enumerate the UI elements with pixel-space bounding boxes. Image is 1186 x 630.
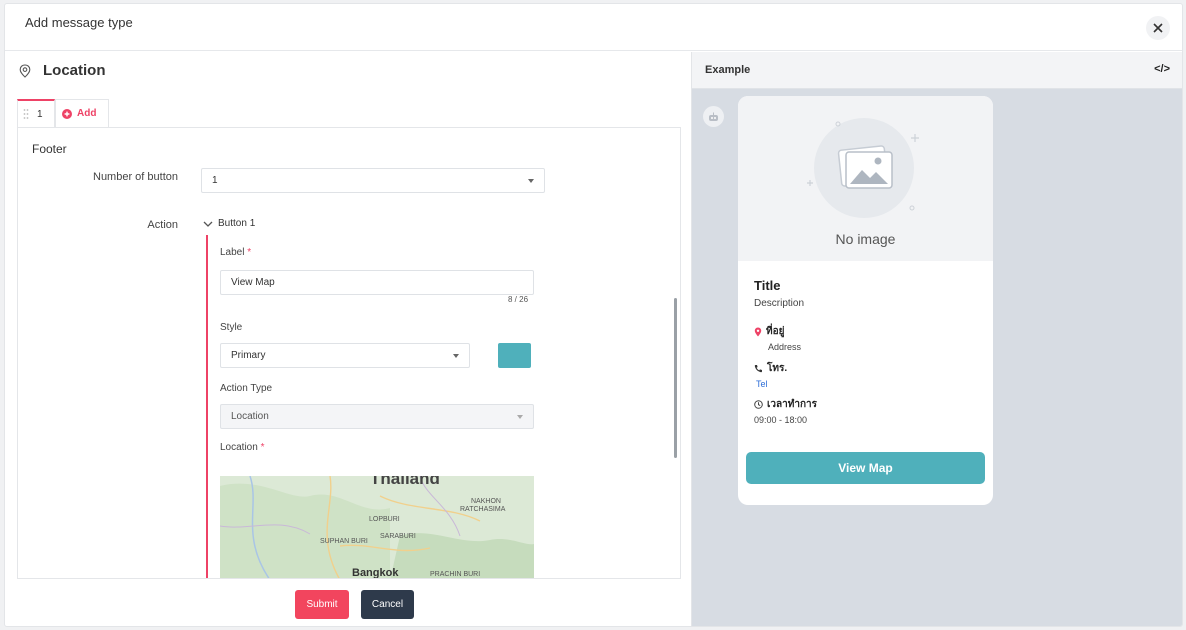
number-of-button-select[interactable]: 1 xyxy=(201,168,545,193)
form-actions: Submit Cancel xyxy=(5,588,691,624)
button-tabs: 1 Add xyxy=(17,99,110,127)
sparkle-decoration xyxy=(807,121,919,211)
map-label-ratchasima: RATCHASIMA xyxy=(460,506,506,513)
number-of-button-label: Number of button xyxy=(93,171,178,183)
action-type-select[interactable]: Location xyxy=(220,404,534,429)
scrollbar-thumb[interactable] xyxy=(674,298,677,458)
add-tab-button[interactable]: Add xyxy=(55,99,110,127)
location-field-label: Location * xyxy=(220,442,265,453)
button-color-picker[interactable] xyxy=(498,343,531,368)
card-image-placeholder: No image xyxy=(738,96,993,261)
map-graphic: Thailand NAKHON RATCHASIMA LOPBURI SARAB… xyxy=(220,476,534,579)
code-view-icon[interactable]: </> xyxy=(1154,63,1170,75)
location-pin-icon xyxy=(19,63,31,78)
clock-icon xyxy=(754,400,763,409)
tel-value[interactable]: Tel xyxy=(756,379,768,389)
button-group-indicator xyxy=(206,235,208,578)
tel-label: โทร. xyxy=(767,363,788,374)
label-input-value: View Map xyxy=(231,277,275,288)
footer-heading: Footer xyxy=(32,142,67,156)
panel-scrollbar[interactable] xyxy=(666,128,680,578)
map-label-nakhon: NAKHON xyxy=(471,498,501,505)
address-row: ที่อยู่ xyxy=(754,324,784,339)
map-label-saraburi: SARABURI xyxy=(380,533,416,540)
modal-header: Add message type xyxy=(5,4,1182,51)
chevron-down-icon xyxy=(453,354,459,358)
map-label-suphan-buri: SUPHAN BURI xyxy=(320,538,368,545)
robot-icon xyxy=(709,112,718,121)
add-circle-icon xyxy=(62,108,72,119)
action-type-field-label: Action Type xyxy=(220,383,273,394)
tab-1-label: 1 xyxy=(37,108,43,120)
drag-handle-icon[interactable] xyxy=(23,108,29,120)
address-value: Address xyxy=(768,342,802,352)
add-tab-label: Add xyxy=(77,108,97,119)
style-value: Primary xyxy=(231,350,266,361)
submit-button[interactable]: Submit xyxy=(295,590,349,619)
action-label: Action xyxy=(147,219,178,231)
no-image-text: No image xyxy=(835,231,896,247)
chevron-down-icon xyxy=(528,179,534,183)
section-header: Location xyxy=(19,62,106,79)
number-of-button-value: 1 xyxy=(212,175,218,186)
add-message-type-modal: Add message type Location 1 Add Footer N… xyxy=(4,3,1183,627)
label-field-label: Label * xyxy=(220,247,252,258)
hours-value: 09:00 - 18:00 xyxy=(754,415,808,425)
bot-avatar xyxy=(703,106,724,127)
map-label-lopburi: LOPBURI xyxy=(369,516,400,523)
form-panel: Footer Number of button 1 Action Button … xyxy=(17,127,681,579)
action-type-value: Location xyxy=(231,411,269,422)
chevron-down-icon xyxy=(517,415,523,419)
example-preview-pane: Example </> No image Title Description ท… xyxy=(691,52,1182,626)
modal-title: Add message type xyxy=(25,15,133,30)
section-title: Location xyxy=(43,62,106,79)
tel-row: โทร. xyxy=(754,361,787,376)
map-label-bangkok: Bangkok xyxy=(352,567,399,579)
label-input[interactable]: View Map xyxy=(220,270,534,295)
button-1-title: Button 1 xyxy=(218,218,256,229)
style-select[interactable]: Primary xyxy=(220,343,470,368)
close-button[interactable] xyxy=(1146,16,1170,40)
address-label: ที่อยู่ xyxy=(766,326,785,337)
phone-icon xyxy=(754,365,762,373)
hours-row: เวลาทำการ xyxy=(754,397,817,412)
location-map[interactable]: Thailand NAKHON RATCHASIMA LOPBURI SARAB… xyxy=(220,476,534,579)
map-label-country: Thailand xyxy=(370,476,440,488)
cancel-button[interactable]: Cancel xyxy=(361,590,414,619)
location-pin-icon xyxy=(754,327,762,336)
tab-1[interactable]: 1 xyxy=(17,99,55,127)
button-1-collapse-toggle[interactable]: Button 1 xyxy=(203,218,255,229)
chevron-down-icon xyxy=(203,221,213,227)
location-message-card: No image Title Description ที่อยู่ Addre… xyxy=(738,96,993,505)
map-label-prachin-buri: PRACHIN BURI xyxy=(430,571,480,578)
example-header: Example </> xyxy=(692,52,1182,89)
form-pane: Location 1 Add Footer Number of button 1… xyxy=(5,52,691,626)
card-view-map-button[interactable]: View Map xyxy=(746,452,985,484)
close-icon xyxy=(1153,23,1163,33)
card-title: Title xyxy=(754,278,781,293)
example-title: Example xyxy=(705,64,751,76)
hours-label: เวลาทำการ xyxy=(767,399,818,410)
label-char-counter: 8 / 26 xyxy=(508,295,529,304)
style-field-label: Style xyxy=(220,322,243,333)
card-description: Description xyxy=(754,298,805,309)
